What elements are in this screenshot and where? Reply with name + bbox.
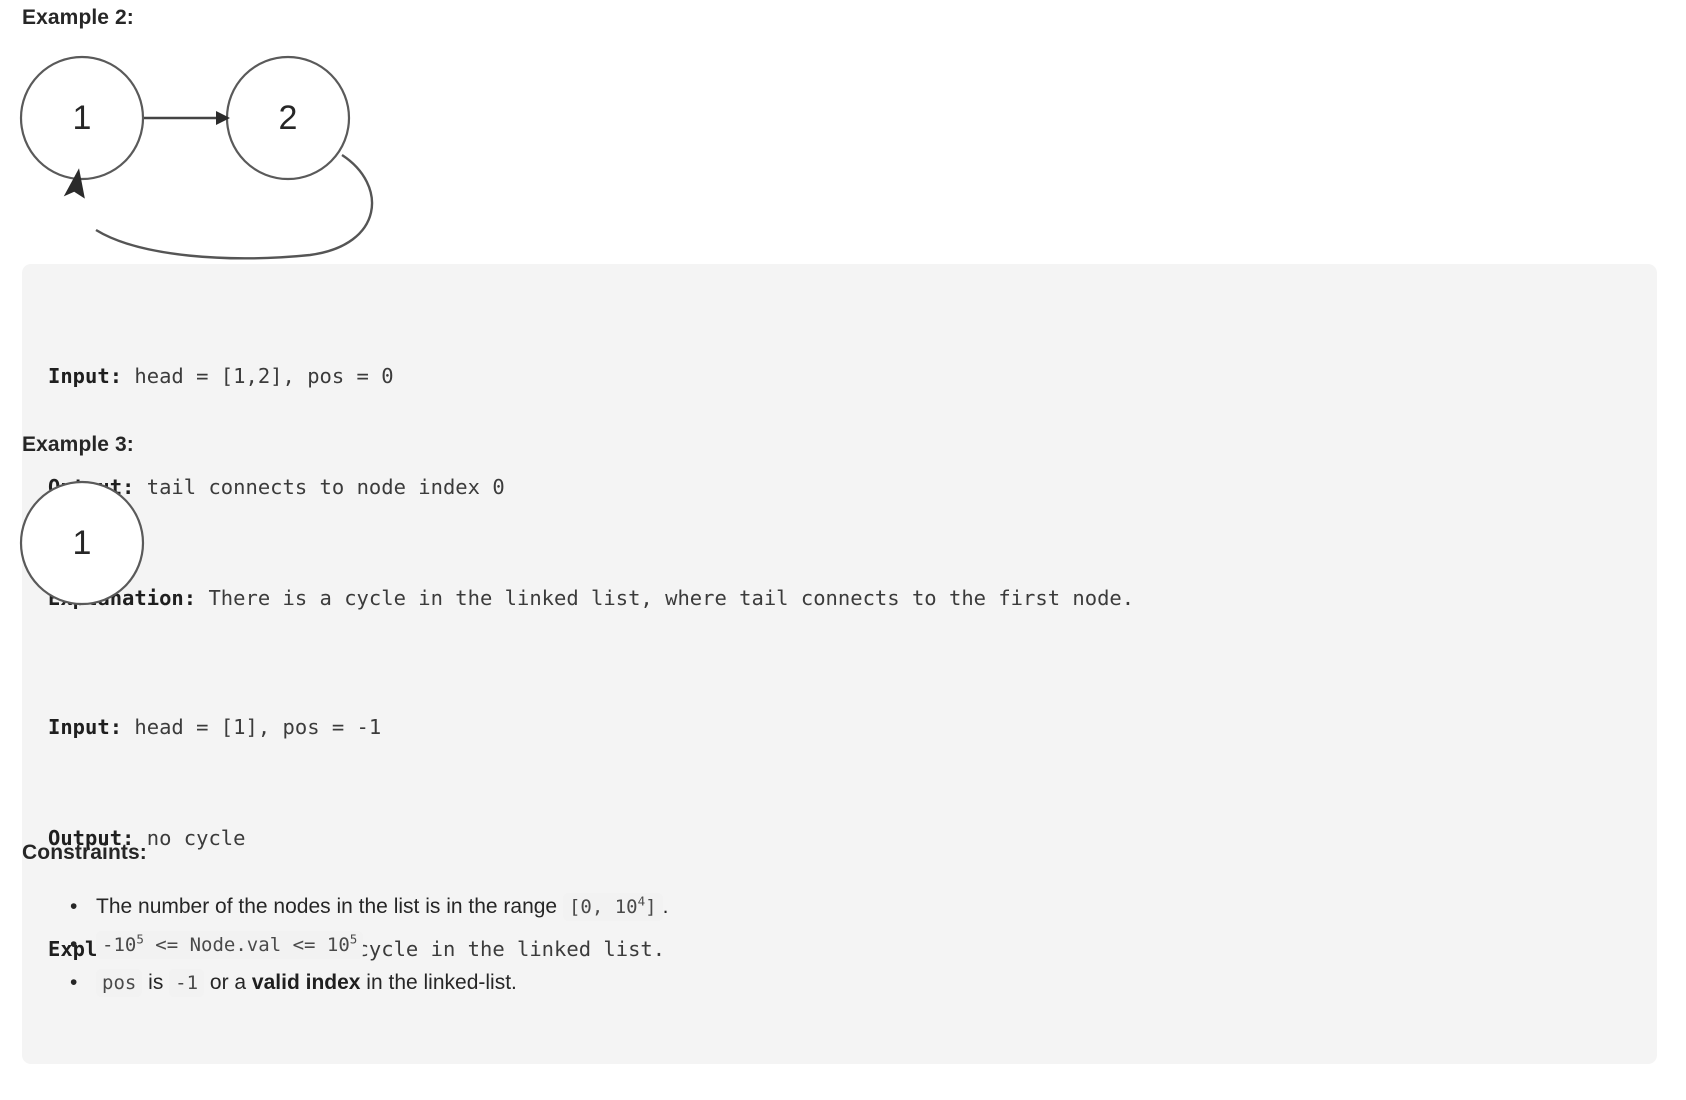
neg-base: -10 (102, 934, 137, 956)
input-value: head = [1,2], pos = 0 (122, 364, 394, 388)
output-value: no cycle (134, 826, 246, 850)
range-close: ] (645, 896, 657, 918)
pos-exponent: 5 (349, 931, 358, 947)
example-3-linked-list-diagram: 1 (19, 480, 145, 606)
neg-exponent: 5 (136, 931, 144, 947)
input-label: Input: (48, 364, 123, 388)
node-label-1: 1 (73, 524, 92, 562)
list-bullet: • (70, 933, 78, 956)
range-open: [0, 10 (568, 896, 638, 918)
example-2-linked-list-diagram: 1 2 (19, 55, 374, 260)
constraints-heading: Constraints: (22, 841, 147, 864)
example-3-heading: Example 3: (22, 433, 134, 456)
valid-index-emphasis: valid index (251, 971, 361, 994)
edge-cycle-curve-2-to-1 (95, 153, 374, 260)
example-3-output-line: Output: no cycle (48, 820, 1631, 857)
comparison-middle: <= Node.val <= 10 (143, 934, 350, 956)
constraint-period: . (662, 895, 669, 918)
range-exponent: 4 (637, 893, 646, 909)
inline-code-node-range: [0, 104] (562, 893, 663, 921)
example-3-input-line: Input: head = [1], pos = -1 (48, 709, 1631, 746)
constraint-text-is: is (142, 971, 170, 994)
node-label-2: 2 (279, 99, 298, 137)
input-label: Input: (48, 715, 123, 739)
constraint-item-pos: • pos is -1 or a valid index in the linke… (70, 964, 1622, 1002)
example-2-explanation-line: Explanation: There is a cycle in the lin… (48, 580, 1631, 617)
example-2-output-line: Output: tail connects to node index 0 (48, 469, 1631, 506)
example-2-input-line: Input: head = [1,2], pos = 0 (48, 358, 1631, 395)
inline-code-pos: pos (96, 969, 143, 997)
example-2-heading: Example 2: (22, 6, 134, 29)
constraints-list: • The number of the nodes in the list is … (22, 888, 1622, 1002)
problem-description-page: Example 2: 1 2 Input: head = [1,2], pos … (0, 0, 1686, 1100)
constraint-text-or-a: or a (204, 971, 252, 994)
inline-code-node-val-range: -105 <= Node.val <= 105 (96, 931, 364, 959)
constraint-item-node-count: • The number of the nodes in the list is … (70, 888, 1622, 926)
explanation-value: There is a cycle in the linked list, whe… (196, 586, 1135, 610)
constraint-text-tail: in the linked-list. (360, 971, 517, 994)
inline-code-minus-one: -1 (169, 969, 205, 997)
constraint-item-node-val: • -105 <= Node.val <= 105 (70, 926, 1622, 964)
constraint-text: The number of the nodes in the list is i… (96, 895, 563, 918)
list-bullet: • (70, 895, 78, 918)
node-label-1: 1 (73, 99, 92, 137)
list-bullet: • (70, 971, 78, 994)
input-value: head = [1], pos = -1 (122, 715, 382, 739)
